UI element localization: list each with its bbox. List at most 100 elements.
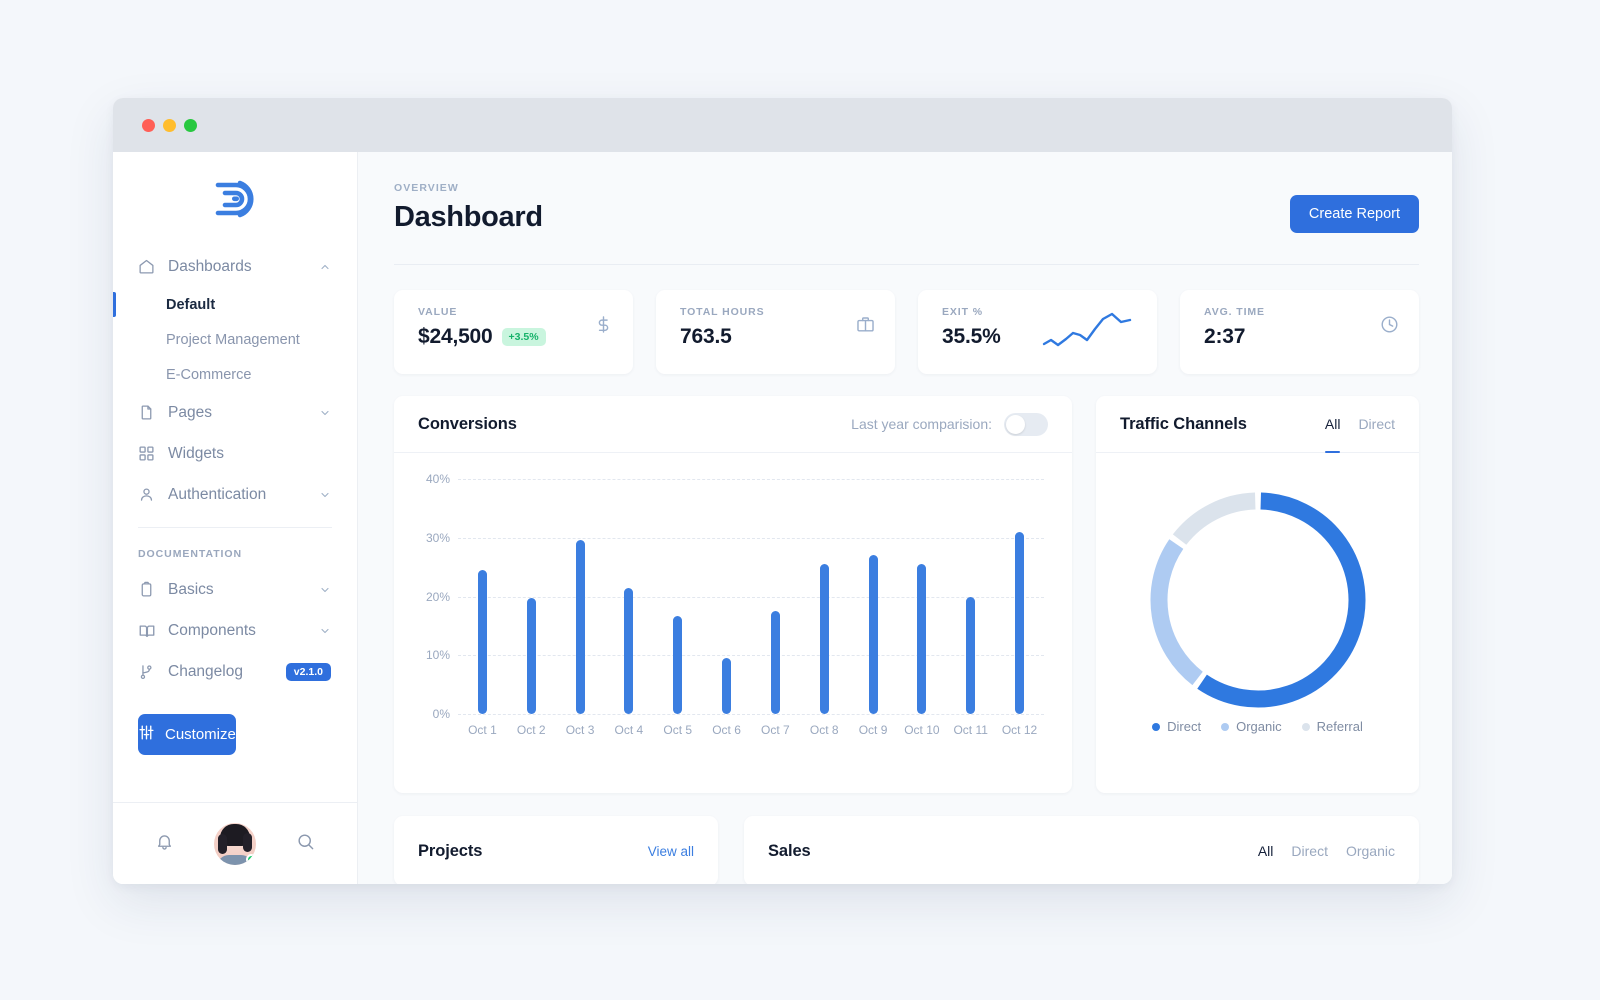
chevron-down-icon (319, 489, 331, 501)
bar-column[interactable] (849, 479, 898, 714)
y-tick-label: 0% (432, 707, 450, 721)
donut-segment-referral[interactable] (1172, 492, 1256, 545)
sidebar-item-label: Components (168, 621, 256, 639)
bar-column[interactable] (653, 479, 702, 714)
sidebar-item-basics[interactable]: Basics (113, 569, 357, 610)
sidebar-subitem-ecommerce[interactable]: E-Commerce (113, 357, 357, 392)
projects-title: Projects (418, 841, 483, 860)
window-maximize-button[interactable] (184, 118, 197, 132)
sidebar-item-components[interactable]: Components (113, 610, 357, 651)
bell-icon[interactable] (155, 832, 174, 856)
sidebar-subitem-label: E-Commerce (166, 366, 252, 383)
bar (673, 615, 683, 714)
briefcase-icon (856, 315, 875, 339)
bar-column[interactable] (507, 479, 556, 714)
main-content: OVERVIEW Dashboard Create Report VALUE $… (358, 152, 1452, 884)
legend-item[interactable]: Referral (1301, 719, 1363, 734)
projects-card: Projects View all (394, 816, 718, 884)
bar (722, 658, 732, 714)
sidebar-item-pages[interactable]: Pages (113, 392, 357, 433)
bar (1015, 531, 1025, 714)
bar (770, 611, 780, 714)
traffic-donut-chart (1096, 453, 1419, 733)
legend-color-dot (1152, 722, 1161, 731)
x-tick-label: Oct 8 (809, 723, 839, 737)
stat-delta-badge: +3.5% (501, 328, 546, 346)
last-year-comparison-toggle[interactable] (1004, 412, 1048, 436)
tab-traffic-direct[interactable]: Direct (1358, 396, 1395, 452)
sparkline-icon (1042, 310, 1137, 355)
stat-label: VALUE (418, 306, 458, 318)
bar-column[interactable] (604, 479, 653, 714)
avatar[interactable] (214, 822, 256, 865)
clipboard-icon (138, 581, 160, 598)
legend-color-dot (1301, 722, 1310, 731)
donut-segment-organic[interactable] (1150, 539, 1203, 686)
brand-logo[interactable] (113, 152, 357, 246)
bar (477, 570, 487, 714)
window-close-button[interactable] (142, 118, 155, 132)
donut-segment-direct[interactable] (1196, 492, 1365, 708)
bar-column[interactable] (946, 479, 995, 714)
y-axis-labels: 0% 10% 20% 30% 40% (412, 472, 456, 721)
traffic-panel-header: Traffic Channels All Direct (1096, 396, 1419, 453)
bar-column[interactable] (751, 479, 800, 714)
stat-value: 35.5% (942, 325, 1001, 348)
x-tick-label: Oct 11 (953, 723, 988, 737)
customize-button-label: Customize (165, 726, 236, 743)
legend-label: Direct (1167, 719, 1202, 734)
legend-label: Organic (1236, 719, 1282, 734)
bar-column[interactable] (995, 479, 1044, 714)
page-title: Dashboard (394, 201, 543, 233)
gridline (458, 714, 1044, 715)
breadcrumb: OVERVIEW (394, 182, 459, 194)
stat-value: 2:37 (1204, 325, 1246, 348)
projects-view-all-link[interactable]: View all (648, 844, 694, 859)
chart-plot-area (458, 479, 1044, 715)
chevron-up-icon (319, 261, 331, 273)
sidebar-section-documentation: DOCUMENTATION (138, 548, 243, 560)
bar-column[interactable] (556, 479, 605, 714)
y-tick-label: 20% (425, 589, 450, 604)
stat-label: AVG. TIME (1204, 306, 1265, 318)
stat-card-avg-time[interactable]: AVG. TIME 2:37 (1180, 290, 1419, 374)
stat-card-exit-percent[interactable]: EXIT % 35.5% (918, 290, 1157, 374)
window-minimize-button[interactable] (163, 118, 176, 132)
sliders-icon (138, 724, 155, 745)
bar-column[interactable] (800, 479, 849, 714)
tab-traffic-all[interactable]: All (1324, 396, 1340, 453)
sales-card: Sales All Direct Organic (744, 816, 1419, 884)
avatar-hair-left (218, 833, 227, 854)
bar (526, 598, 536, 714)
sidebar-item-widgets[interactable]: Widgets (113, 433, 357, 474)
bar (819, 564, 829, 714)
sidebar-subitem-project-management[interactable]: Project Management (113, 322, 357, 357)
sidebar-item-changelog[interactable]: Changelog v2.1.0 (113, 651, 357, 692)
bar (868, 555, 878, 714)
legend-item[interactable]: Organic (1221, 719, 1282, 734)
stat-card-value[interactable]: VALUE $24,500 +3.5% (394, 290, 633, 374)
sidebar-subitem-default[interactable]: Default (113, 287, 357, 322)
x-tick-label: Oct 2 (516, 723, 546, 737)
last-year-comparison-label: Last year comparision: (851, 416, 992, 432)
bottom-card-row: Projects View all Sales All Direct Organ… (394, 816, 1419, 884)
window-titlebar (113, 98, 1452, 152)
chevron-down-icon (319, 584, 331, 596)
sidebar-item-authentication[interactable]: Authentication (113, 474, 357, 515)
x-tick-label: Oct 4 (614, 723, 644, 737)
stat-card-total-hours[interactable]: TOTAL HOURS 763.5 (656, 290, 895, 374)
customize-button[interactable]: Customize (138, 714, 236, 755)
online-status-dot (246, 853, 256, 865)
tab-sales-direct[interactable]: Direct (1291, 816, 1328, 884)
legend-item[interactable]: Direct (1152, 719, 1201, 734)
tab-sales-all[interactable]: All (1258, 816, 1274, 884)
create-report-button[interactable]: Create Report (1289, 195, 1419, 233)
bar-column[interactable] (897, 479, 946, 714)
stat-label: EXIT % (942, 306, 983, 318)
sidebar-item-dashboards[interactable]: Dashboards (113, 246, 357, 287)
sidebar-nav: Dashboards Default Project Management E-… (113, 246, 357, 802)
bar-column[interactable] (458, 479, 507, 714)
search-icon[interactable] (296, 832, 315, 856)
tab-sales-organic[interactable]: Organic (1346, 816, 1395, 884)
bar-column[interactable] (702, 479, 751, 714)
